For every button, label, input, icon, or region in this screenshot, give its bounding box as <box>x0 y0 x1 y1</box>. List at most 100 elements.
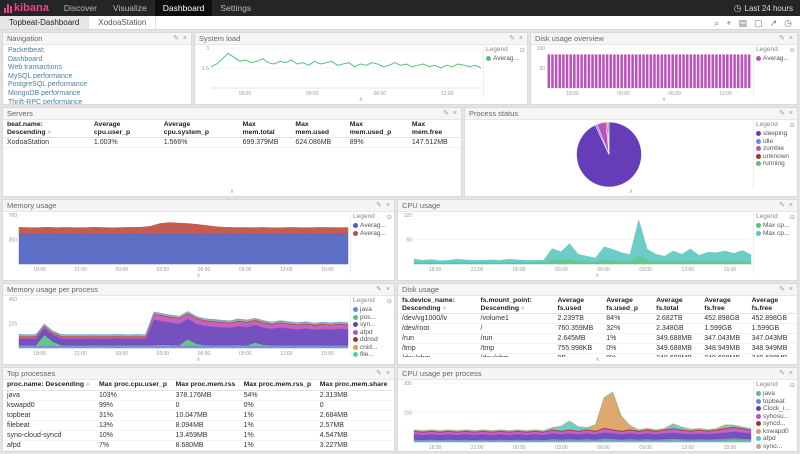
column-header[interactable]: Max mem.used <box>292 120 346 138</box>
column-header[interactable]: Average fs.free <box>701 296 748 314</box>
close-panel-icon[interactable]: × <box>453 108 457 120</box>
collapse-caret[interactable]: ∧ <box>398 357 797 364</box>
dashboard-tab-xodoastation[interactable]: XodoaStation <box>89 16 156 29</box>
legend-item[interactable]: pos... <box>353 314 392 322</box>
kibana-logo[interactable]: kibana <box>0 0 56 16</box>
nav-item-discover[interactable]: Discover <box>56 0 105 16</box>
search-icon[interactable]: ⌕ <box>86 381 90 388</box>
legend-item[interactable]: ddnsd <box>353 336 392 344</box>
legend-item[interactable]: Averag... <box>486 55 525 63</box>
legend-item[interactable]: Averag... <box>353 222 392 230</box>
legend-toggle-icon[interactable]: ⊙ <box>387 297 392 305</box>
new-dashboard-icon[interactable]: + <box>726 16 731 30</box>
nav-item-visualize[interactable]: Visualize <box>105 0 155 16</box>
edit-panel-icon[interactable]: ✎ <box>779 368 785 380</box>
search-icon[interactable]: ⌕ <box>714 16 719 30</box>
legend-item[interactable]: Clock_i... <box>756 405 795 413</box>
close-panel-icon[interactable]: × <box>789 33 793 45</box>
column-header[interactable]: Average fs.used <box>554 296 603 314</box>
legend-toggle-icon[interactable]: ⊙ <box>520 46 525 54</box>
edit-panel-icon[interactable]: ✎ <box>779 33 785 45</box>
legend-toggle-icon[interactable]: ⊙ <box>790 381 795 389</box>
column-header[interactable]: Average cpu.user_p <box>91 120 161 138</box>
legend-item[interactable]: unknown <box>756 153 795 161</box>
edit-panel-icon[interactable]: ✎ <box>779 200 785 212</box>
close-panel-icon[interactable]: × <box>789 368 793 380</box>
legend-item[interactable]: afpd <box>353 329 392 337</box>
edit-panel-icon[interactable]: ✎ <box>376 368 382 380</box>
column-header[interactable]: Max mem.total <box>240 120 293 138</box>
column-header[interactable]: Max proc.mem.share <box>317 380 393 390</box>
column-header[interactable]: Average cpu.system_p <box>161 120 240 138</box>
legend-item[interactable]: zombie <box>756 145 795 153</box>
legend-toggle-icon[interactable]: ⊙ <box>790 213 795 221</box>
close-panel-icon[interactable]: × <box>386 284 390 296</box>
collapse-caret[interactable]: ∧ <box>3 189 461 196</box>
column-header[interactable]: Average fs.total <box>653 296 701 314</box>
edit-panel-icon[interactable]: ✎ <box>779 284 785 296</box>
navigation-link[interactable]: Dashboard <box>8 56 87 65</box>
column-header[interactable]: beat.name: Descending⌕ <box>4 120 91 138</box>
legend-item[interactable]: kswapd0 <box>756 428 795 436</box>
save-dashboard-icon[interactable]: ▤ <box>739 16 748 30</box>
legend-item[interactable]: java <box>353 306 392 314</box>
search-icon[interactable]: ⌕ <box>521 305 525 312</box>
legend-item[interactable]: idle <box>756 138 795 146</box>
collapse-caret[interactable]: ∧ <box>3 357 394 364</box>
open-dashboard-icon[interactable]: ▢ <box>754 16 763 30</box>
close-panel-icon[interactable]: × <box>789 284 793 296</box>
search-icon[interactable]: ⌕ <box>48 129 52 136</box>
collapse-caret[interactable]: ∧ <box>3 273 394 280</box>
navigation-link[interactable]: PostgreSQL performance <box>8 81 87 90</box>
close-panel-icon[interactable]: × <box>183 33 187 45</box>
column-header[interactable]: fs.device_name: Descending⌕ <box>399 296 478 314</box>
column-header[interactable]: Max mem.free <box>409 120 460 138</box>
legend-toggle-icon[interactable]: ⊙ <box>790 121 795 129</box>
collapse-caret[interactable]: ∧ <box>531 97 797 104</box>
navigation-link[interactable]: Web transactions <box>8 64 87 73</box>
navigation-link[interactable]: Thrift-RPC performance <box>8 99 87 104</box>
legend-item[interactable]: sleeping <box>756 130 795 138</box>
legend-item[interactable]: cnid... <box>353 344 392 352</box>
time-filter[interactable]: ◷ Last 24 hours <box>734 3 800 14</box>
legend-item[interactable]: java <box>756 390 795 398</box>
search-icon[interactable]: ⌕ <box>443 305 447 312</box>
edit-panel-icon[interactable]: ✎ <box>173 33 179 45</box>
legend-toggle-icon[interactable]: ⊙ <box>790 46 795 54</box>
edit-panel-icon[interactable]: ✎ <box>376 284 382 296</box>
nav-item-settings[interactable]: Settings <box>212 0 259 16</box>
legend-item[interactable]: running <box>756 160 795 168</box>
column-header[interactable]: proc.name: Descending⌕ <box>4 380 96 390</box>
column-header[interactable]: Average fs.free <box>749 296 796 314</box>
legend-item[interactable]: syn... <box>353 321 392 329</box>
collapse-caret[interactable]: ∧ <box>465 189 797 196</box>
collapse-caret[interactable]: ∧ <box>398 273 797 280</box>
collapse-caret[interactable]: ∧ <box>195 97 527 104</box>
close-panel-icon[interactable]: × <box>519 33 523 45</box>
close-panel-icon[interactable]: × <box>386 368 390 380</box>
edit-panel-icon[interactable]: ✎ <box>376 200 382 212</box>
column-header[interactable]: Max proc.cpu.user_p <box>96 380 173 390</box>
edit-panel-icon[interactable]: ✎ <box>443 108 449 120</box>
legend-item[interactable]: Averag... <box>353 230 392 238</box>
legend-toggle-icon[interactable]: ⊙ <box>387 213 392 221</box>
navigation-link[interactable]: MySQL performance <box>8 73 87 82</box>
edit-panel-icon[interactable]: ✎ <box>779 108 785 120</box>
column-header[interactable]: fs.mount_point: Descending⌕ <box>478 296 555 314</box>
close-panel-icon[interactable]: × <box>386 200 390 212</box>
legend-item[interactable]: Max cp... <box>756 222 795 230</box>
dashboard-tab-topbeat-dashboard[interactable]: Topbeat-Dashboard <box>0 16 89 29</box>
edit-panel-icon[interactable]: ✎ <box>509 33 515 45</box>
legend-item[interactable]: Averag... <box>756 55 795 63</box>
legend-item[interactable]: topbeat <box>756 398 795 406</box>
legend-item[interactable]: syncd... <box>756 420 795 428</box>
legend-item[interactable]: Max cp... <box>756 230 795 238</box>
share-dashboard-icon[interactable]: ↗ <box>770 16 778 30</box>
column-header[interactable]: Max proc.mem.rss_p <box>241 380 317 390</box>
close-panel-icon[interactable]: × <box>789 200 793 212</box>
close-panel-icon[interactable]: × <box>789 108 793 120</box>
navigation-link[interactable]: MongoDB performance <box>8 90 87 99</box>
nav-item-dashboard[interactable]: Dashboard <box>155 0 213 16</box>
legend-item[interactable]: syno... <box>756 443 795 451</box>
time-picker-icon[interactable]: ◷ <box>784 16 792 30</box>
